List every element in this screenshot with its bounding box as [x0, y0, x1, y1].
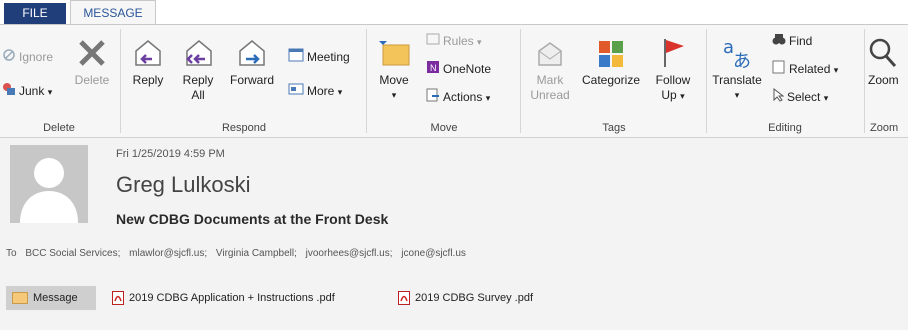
message-tab-button[interactable]: Message: [6, 286, 96, 310]
move-folder-icon: [372, 31, 416, 69]
binoculars-icon: [772, 32, 786, 52]
tags-group: Mark Unread Categorize Follow Up ▾ Tags: [524, 25, 704, 137]
delete-icon: [68, 31, 116, 69]
reply-all-button[interactable]: Reply All: [176, 31, 220, 103]
recipient[interactable]: Virginia Campbell;: [216, 248, 297, 259]
recipient[interactable]: jvoorhees@sjcfl.us;: [306, 248, 393, 259]
meeting-icon: [288, 48, 304, 68]
delete-button[interactable]: Delete: [68, 31, 116, 88]
onenote-icon: N: [426, 60, 440, 80]
actions-button[interactable]: Actions ▾: [426, 87, 490, 107]
delete-group: Ignore Junk ▾ Delete Delete: [0, 25, 118, 137]
find-button[interactable]: Find: [772, 31, 812, 51]
reply-icon: [128, 31, 168, 69]
tab-file[interactable]: FILE: [4, 3, 66, 24]
svg-text:N: N: [430, 63, 437, 73]
select-button[interactable]: Select ▾: [772, 87, 828, 107]
tab-message[interactable]: MESSAGE: [70, 0, 156, 24]
categorize-button[interactable]: Categorize: [576, 31, 646, 88]
editing-group-label: Editing: [768, 122, 802, 134]
move-group: Move ▾ Rules ▾ N OneNote Actions ▾ Move: [370, 25, 518, 137]
respond-group-label: Respond: [221, 122, 267, 134]
more-icon: [288, 82, 304, 102]
attachment-bar: Message 2019 CDBG Application + Instruct…: [0, 282, 908, 314]
onenote-button[interactable]: N OneNote: [426, 59, 491, 79]
translate-button[interactable]: aあ Translate ▾: [708, 31, 766, 103]
mark-unread-button[interactable]: Mark Unread: [526, 31, 574, 103]
message-date: Fri 1/25/2019 4:59 PM: [116, 148, 225, 160]
ignore-button[interactable]: Ignore: [2, 47, 53, 67]
recipient[interactable]: jcone@sjcfl.us: [401, 248, 466, 259]
recipient[interactable]: mlawlor@sjcfl.us;: [129, 248, 207, 259]
attachment-item[interactable]: 2019 CDBG Application + Instructions .pd…: [112, 286, 335, 310]
delete-group-label: Delete: [43, 122, 75, 134]
rules-icon: [426, 32, 440, 52]
related-button[interactable]: Related ▾: [772, 59, 838, 79]
pdf-icon: [398, 291, 410, 306]
pdf-icon: [112, 291, 124, 306]
to-label: To: [6, 248, 17, 259]
ribbon: Ignore Junk ▾ Delete Delete Reply Reply …: [0, 24, 908, 138]
reply-button[interactable]: Reply: [128, 31, 168, 88]
person-icon: [20, 158, 78, 223]
magnifier-icon: [868, 31, 908, 69]
message-subject: New CDBG Documents at the Front Desk: [116, 211, 389, 227]
junk-icon: [2, 82, 16, 102]
actions-icon: [426, 88, 440, 108]
related-icon: [772, 60, 786, 80]
group-divider: [864, 29, 865, 133]
ribbon-tab-bar: FILE MESSAGE: [0, 0, 908, 24]
group-divider: [706, 29, 707, 133]
categorize-icon: [576, 31, 646, 69]
rules-button[interactable]: Rules ▾: [426, 31, 482, 51]
zoom-button[interactable]: Zoom: [868, 31, 908, 88]
recipient[interactable]: BCC Social Services;: [25, 248, 120, 259]
flag-icon: [650, 31, 696, 69]
editing-group: aあ Translate ▾ Find Related ▾ Select ▾ E…: [708, 25, 862, 137]
meeting-button[interactable]: Meeting: [288, 47, 350, 67]
group-divider: [520, 29, 521, 133]
respond-group: Reply Reply All Forward Meeting More ▾ R…: [124, 25, 364, 137]
follow-up-button[interactable]: Follow Up ▾: [650, 31, 696, 104]
more-button[interactable]: More ▾: [288, 81, 342, 101]
ignore-icon: [2, 48, 16, 68]
mark-unread-icon: [526, 31, 574, 69]
svg-text:あ: あ: [733, 51, 751, 69]
group-divider: [366, 29, 367, 133]
reply-all-icon: [176, 31, 220, 69]
tags-group-label: Tags: [602, 122, 626, 134]
zoom-group: Zoom Zoom: [866, 25, 908, 137]
cursor-icon: [772, 87, 785, 108]
sender-name[interactable]: Greg Lulkoski: [116, 172, 251, 198]
move-group-label: Move: [430, 122, 458, 134]
recipients-line: To BCC Social Services; mlawlor@sjcfl.us…: [6, 248, 472, 259]
group-divider: [120, 29, 121, 133]
forward-button[interactable]: Forward: [224, 31, 280, 88]
forward-icon: [224, 31, 280, 69]
translate-icon: aあ: [708, 31, 766, 69]
junk-button[interactable]: Junk ▾: [2, 81, 52, 101]
envelope-icon: [12, 292, 28, 305]
move-button[interactable]: Move ▾: [372, 31, 416, 103]
sender-avatar: [10, 145, 88, 223]
attachment-item[interactable]: 2019 CDBG Survey .pdf: [398, 286, 533, 310]
zoom-group-label: Zoom: [870, 122, 899, 134]
